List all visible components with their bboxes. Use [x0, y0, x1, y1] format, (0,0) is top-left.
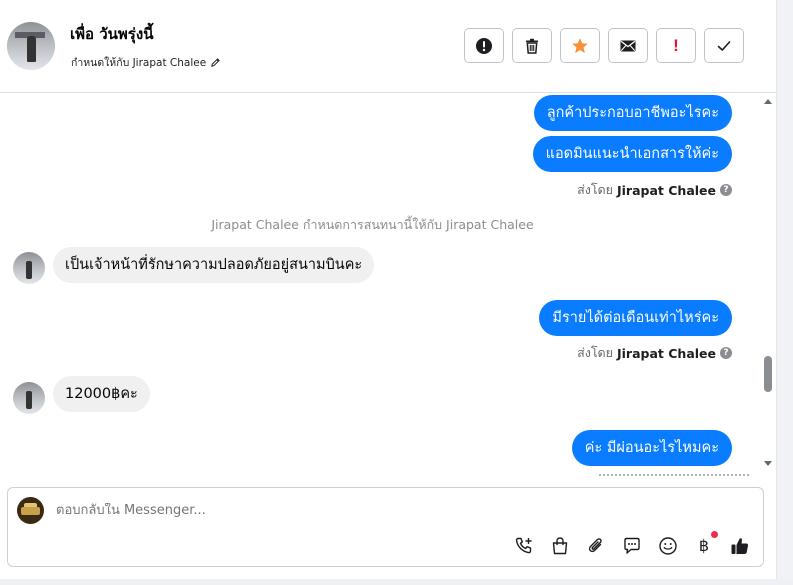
check-icon [717, 40, 731, 51]
incoming-message[interactable]: เป็นเจ้าหน้าที่รักษาความปลอดภัยอยู่สนามบ… [53, 247, 375, 283]
spam-alert-button[interactable] [464, 28, 504, 63]
call-button[interactable] [513, 535, 535, 557]
like-button[interactable] [729, 535, 751, 557]
phone-add-icon [515, 537, 532, 554]
system-note: Jirapat Chalee กำหนดการสนทนานี้ให้กับ Ji… [211, 217, 534, 232]
notification-dot [711, 531, 718, 538]
exclamation-circle-icon [476, 37, 492, 54]
scroll-up-arrow-icon[interactable] [764, 99, 772, 104]
composer-toolbar: ฿ [513, 531, 751, 557]
outgoing-message[interactable]: แอดมินแนะนำเอกสารให้ค่ะ [532, 136, 732, 172]
sent-by-label: ส่งโดย Jirapat Chalee ? [577, 343, 732, 363]
scroll-down-arrow-icon[interactable] [764, 461, 772, 466]
star-icon [572, 37, 588, 53]
reply-input[interactable] [56, 503, 556, 518]
contact-avatar[interactable] [7, 22, 55, 70]
contact-avatar-small[interactable] [13, 252, 45, 284]
attach-button[interactable] [585, 535, 607, 557]
mark-done-button[interactable] [704, 28, 744, 63]
window-edge [776, 0, 793, 585]
conversation-toolbar: ! [464, 28, 744, 63]
saved-replies-button[interactable] [621, 535, 643, 557]
shopping-bag-icon [552, 537, 568, 555]
sent-by-prefix: ส่งโดย [577, 182, 613, 197]
trash-icon [526, 38, 538, 54]
star-button[interactable] [560, 28, 600, 63]
outgoing-message[interactable]: ค่ะ มีผ่อนอะไรไหมคะ [571, 430, 732, 466]
contact-avatar-small[interactable] [13, 382, 45, 414]
emoji-button[interactable] [657, 535, 679, 557]
window-bottom-edge [0, 579, 793, 585]
follow-up-button[interactable]: ! [656, 28, 696, 63]
mark-unread-button[interactable] [608, 28, 648, 63]
paperclip-icon [588, 538, 602, 553]
baht-icon: ฿ [698, 538, 710, 555]
help-icon[interactable]: ? [720, 184, 732, 196]
scrollbar-thumb[interactable] [764, 356, 772, 392]
delete-button[interactable] [512, 28, 552, 63]
incoming-message[interactable]: 12000฿คะ [53, 376, 150, 412]
contact-name[interactable]: เพื่อ วันพรุ่งนี้ [70, 22, 153, 46]
emoji-icon [659, 537, 677, 555]
assignment-label[interactable]: กำหนดให้กับ Jirapat Chalee [71, 54, 221, 71]
exclamation-icon: ! [673, 35, 679, 55]
sent-by-name: Jirapat Chalee [617, 182, 716, 198]
help-icon[interactable]: ? [720, 347, 732, 359]
outgoing-message[interactable]: ลูกค้าประกอบอาชีพอะไรคะ [533, 95, 732, 131]
conversation-header: เพื่อ วันพรุ่งนี้ กำหนดให้กับ Jirapat Ch… [0, 0, 776, 93]
message-thread[interactable]: ลูกค้าประกอบอาชีพอะไรคะ แอดมินแนะนำเอกสา… [0, 94, 776, 480]
payment-button[interactable]: ฿ [693, 531, 718, 557]
envelope-icon [620, 40, 636, 51]
sent-by-prefix: ส่งโดย [577, 345, 613, 360]
messenger-inbox-conversation: เพื่อ วันพรุ่งนี้ กำหนดให้กับ Jirapat Ch… [0, 0, 793, 585]
page-avatar [17, 497, 44, 524]
thread-scrollbar[interactable] [761, 94, 775, 476]
sent-by-name: Jirapat Chalee [617, 345, 716, 361]
outgoing-message[interactable]: มีรายได้ต่อเดือนเท่าไหร่คะ [539, 300, 732, 336]
reply-composer: ฿ [7, 487, 764, 567]
assigned-to-text: กำหนดให้กับ Jirapat Chalee [71, 57, 207, 69]
saved-replies-icon [624, 537, 640, 554]
thumbs-up-icon [731, 538, 749, 554]
shop-button[interactable] [549, 535, 571, 557]
sent-by-label: ส่งโดย Jirapat Chalee ? [577, 180, 732, 200]
pencil-icon[interactable] [210, 57, 221, 68]
next-message-partial [599, 474, 749, 477]
